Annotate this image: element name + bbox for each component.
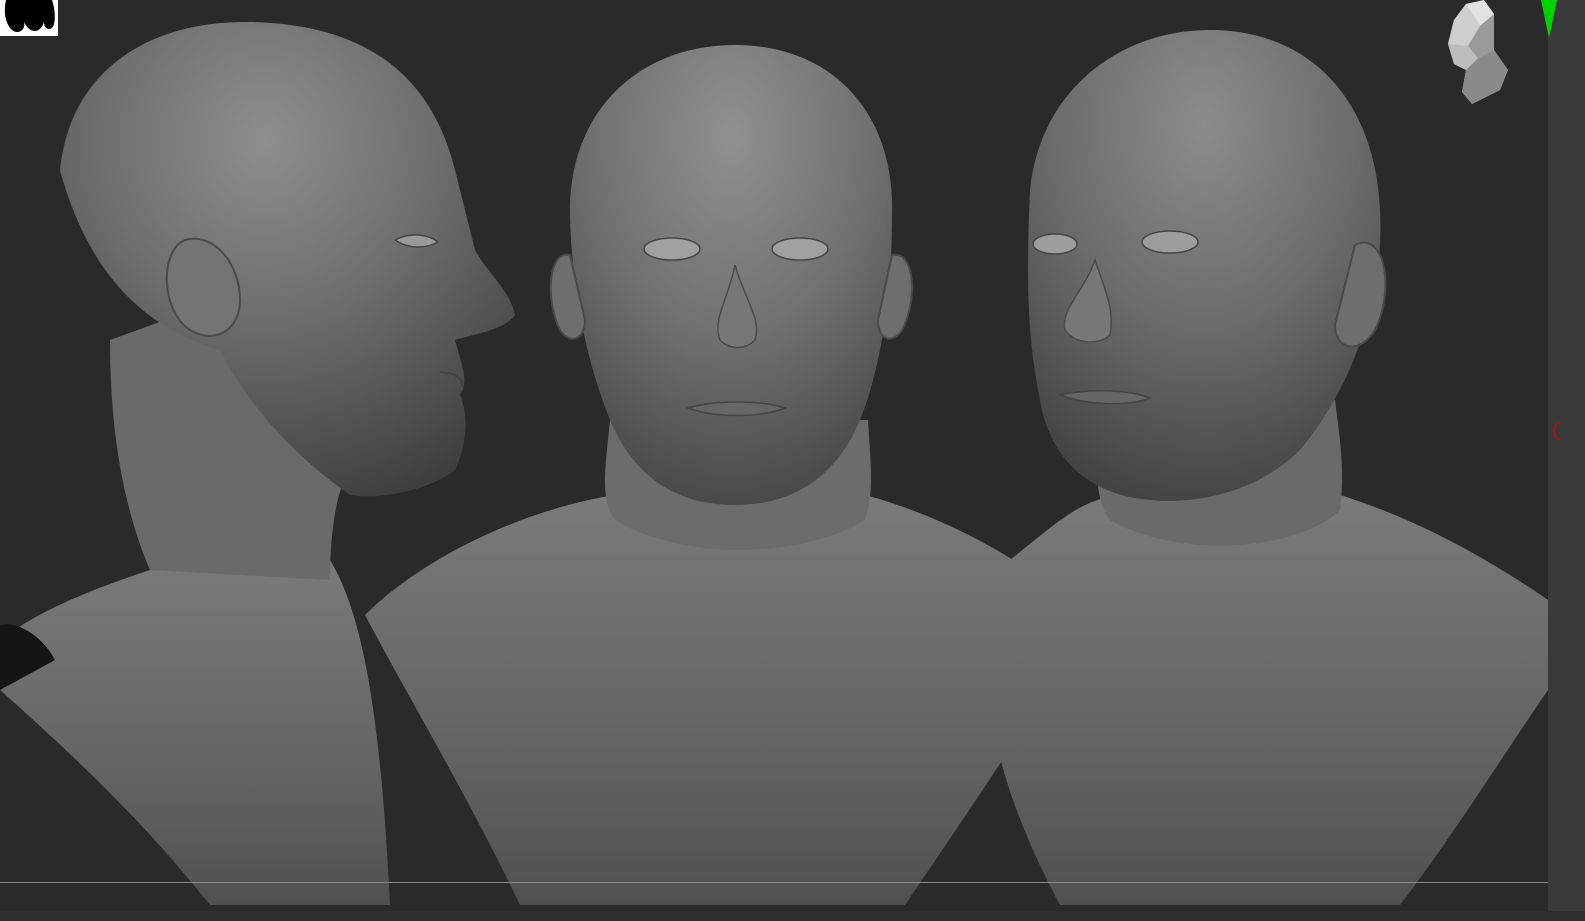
front-bust[interactable] xyxy=(365,45,1090,905)
zbrush-app-window xyxy=(0,0,1585,921)
profile-shoulder xyxy=(0,560,390,905)
red-indicator-icon xyxy=(1550,420,1562,442)
app-logo-icon[interactable] xyxy=(0,0,58,36)
three-quarter-bust[interactable] xyxy=(990,30,1548,905)
sculpt-viewport[interactable] xyxy=(0,0,1548,911)
front-head xyxy=(569,45,893,505)
sculpt-canvas[interactable] xyxy=(0,0,1548,911)
horizon-line xyxy=(0,882,1548,883)
right-tray[interactable] xyxy=(1548,0,1585,921)
head-orientation-icon[interactable] xyxy=(1444,0,1518,108)
front-chest xyxy=(365,495,1090,905)
front-eye-right xyxy=(771,237,829,261)
tq-chest xyxy=(990,495,1548,905)
green-indicator-icon xyxy=(1539,0,1559,40)
tq-eye-left xyxy=(1032,233,1078,255)
tq-eye-right xyxy=(1141,230,1199,254)
front-eye-left xyxy=(643,237,701,261)
bottom-status-strip xyxy=(0,911,1585,921)
profile-bust[interactable] xyxy=(0,21,515,905)
